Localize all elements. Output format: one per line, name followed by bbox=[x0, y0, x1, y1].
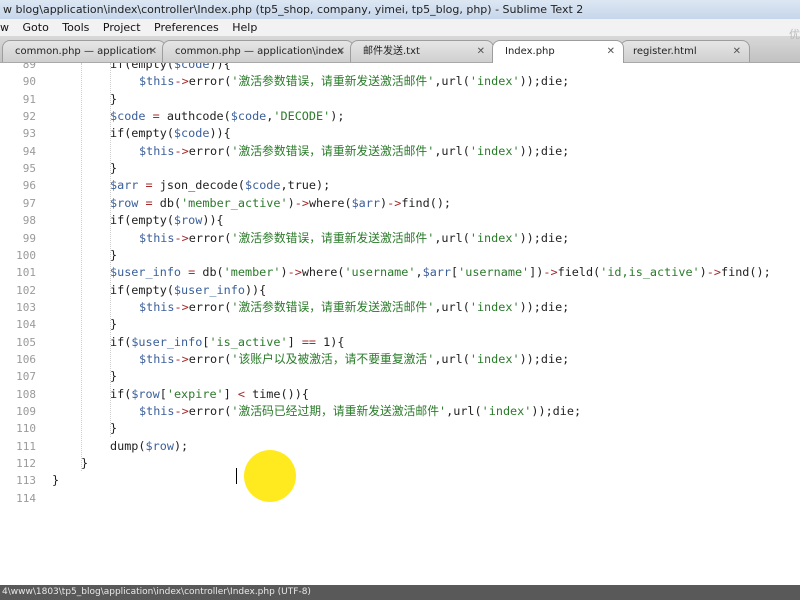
line-number: 97 bbox=[22, 196, 36, 210]
code-line: $this->error('激活参数错误，请重新发送激活邮件',url('ind… bbox=[139, 143, 570, 158]
line-number: 89 bbox=[22, 63, 36, 71]
code-line: $code = authcode($code,'DECODE'); bbox=[110, 109, 345, 124]
line-number: 103 bbox=[16, 300, 36, 314]
close-icon[interactable]: ✕ bbox=[337, 41, 345, 62]
code-line: if($row['expire'] < time()){ bbox=[110, 386, 309, 401]
mouse-cursor-highlight bbox=[244, 450, 296, 502]
tab-mail-txt[interactable]: 邮件发送.txt ✕ bbox=[350, 40, 494, 62]
tab-common-php-application-index[interactable]: common.php — application\index ✕ bbox=[162, 40, 354, 62]
code-line: if($user_info['is_active'] == 1){ bbox=[110, 334, 345, 349]
close-icon[interactable]: ✕ bbox=[607, 41, 615, 62]
code-line: } bbox=[110, 317, 118, 332]
line-number: 105 bbox=[16, 335, 36, 349]
tab-common-php-application[interactable]: common.php — application ✕ bbox=[2, 40, 166, 62]
code-line: } bbox=[81, 456, 89, 471]
line-number-gutter: 89 90 91 92 93 94 95 96 97 98 99 100 101 102 103 104 105… bbox=[0, 63, 40, 585]
line-number: 91 bbox=[22, 92, 36, 106]
line-number: 101 bbox=[16, 266, 36, 280]
line-number: 113 bbox=[16, 474, 36, 488]
line-number: 114 bbox=[16, 491, 36, 505]
line-number: 94 bbox=[22, 144, 36, 158]
code-line: } bbox=[110, 161, 118, 176]
status-bar: 4\www\1803\tp5_blog\application\index\co… bbox=[0, 585, 800, 600]
line-number: 110 bbox=[16, 422, 36, 436]
line-number: 93 bbox=[22, 127, 36, 141]
code-line: } bbox=[110, 91, 118, 106]
tab-label: Index.php bbox=[505, 46, 555, 57]
code-line: $this->error('激活码已经过期，请重新发送激活邮件',url('in… bbox=[139, 404, 582, 418]
indent-guide bbox=[81, 63, 82, 471]
line-number: 98 bbox=[22, 214, 36, 228]
menu-goto[interactable]: Goto bbox=[18, 19, 54, 36]
window-title: w blog\application\index\controller\Inde… bbox=[0, 0, 800, 19]
code-line: if(empty($code)){ bbox=[110, 63, 231, 71]
code-line: $user_info = db('member')->where('userna… bbox=[110, 265, 771, 280]
tab-index-php[interactable]: Index.php ✕ bbox=[492, 40, 624, 63]
line-number: 111 bbox=[16, 439, 36, 453]
close-icon[interactable]: ✕ bbox=[477, 41, 485, 62]
line-number: 95 bbox=[22, 162, 36, 176]
code-line: $this->error('激活参数错误，请重新发送激活邮件',url('ind… bbox=[139, 230, 570, 245]
line-number: 100 bbox=[16, 248, 36, 262]
code-editor[interactable]: 89 90 91 92 93 94 95 96 97 98 99 100 101 102 103 104 105… bbox=[0, 63, 800, 585]
menu-preferences[interactable]: Preferences bbox=[149, 19, 224, 36]
line-number: 92 bbox=[22, 110, 36, 124]
close-icon[interactable]: ✕ bbox=[733, 41, 741, 62]
code-line: $this->error('激活参数错误，请重新发送激活邮件',url('ind… bbox=[139, 74, 570, 89]
line-number: 107 bbox=[16, 370, 36, 384]
tab-label: register.html bbox=[633, 46, 697, 57]
code-line: $arr = json_decode($code,true); bbox=[110, 178, 331, 193]
line-number: 96 bbox=[22, 179, 36, 193]
code-line: dump($row); bbox=[110, 438, 189, 453]
tab-label: 邮件发送.txt bbox=[363, 46, 420, 57]
tab-label: common.php — application bbox=[15, 46, 153, 57]
tab-register-html[interactable]: register.html ✕ bbox=[620, 40, 750, 62]
line-number: 109 bbox=[16, 405, 36, 418]
indent-guide bbox=[110, 63, 111, 437]
line-number: 108 bbox=[16, 387, 36, 401]
menu-bar: w Goto Tools Project Preferences Help bbox=[0, 19, 800, 36]
line-number: 90 bbox=[22, 75, 36, 89]
code-line: $this->error('该账户以及被激活，请不要重复激活',url('ind… bbox=[139, 351, 570, 366]
menu-tools[interactable]: Tools bbox=[57, 19, 94, 36]
menu-project[interactable]: Project bbox=[98, 19, 146, 36]
code-line: if(empty($code)){ bbox=[110, 126, 231, 141]
code-line: $row = db('member_active')->where($arr)-… bbox=[110, 195, 452, 210]
menu-help[interactable]: Help bbox=[227, 19, 262, 36]
line-number: 106 bbox=[16, 352, 36, 366]
code-line: if(empty($user_info)){ bbox=[110, 282, 267, 297]
code-line: } bbox=[52, 473, 60, 488]
menu-view[interactable]: w bbox=[0, 19, 14, 36]
code-line: } bbox=[110, 247, 118, 262]
close-icon[interactable]: ✕ bbox=[149, 41, 157, 62]
code-line: } bbox=[110, 421, 118, 436]
code-line: $this->error('激活参数错误，请重新发送激活邮件',url('ind… bbox=[139, 299, 570, 314]
text-caret bbox=[236, 468, 237, 484]
line-number: 102 bbox=[16, 283, 36, 297]
tab-bar: common.php — application ✕ common.php — … bbox=[0, 36, 800, 63]
line-number: 99 bbox=[22, 231, 36, 245]
tab-label: common.php — application\index bbox=[175, 46, 344, 57]
line-number: 112 bbox=[16, 457, 36, 471]
code-line: } bbox=[110, 369, 118, 384]
code-line: if(empty($row)){ bbox=[110, 213, 224, 228]
line-number: 104 bbox=[16, 318, 36, 332]
watermark-text: 优 bbox=[789, 28, 800, 41]
